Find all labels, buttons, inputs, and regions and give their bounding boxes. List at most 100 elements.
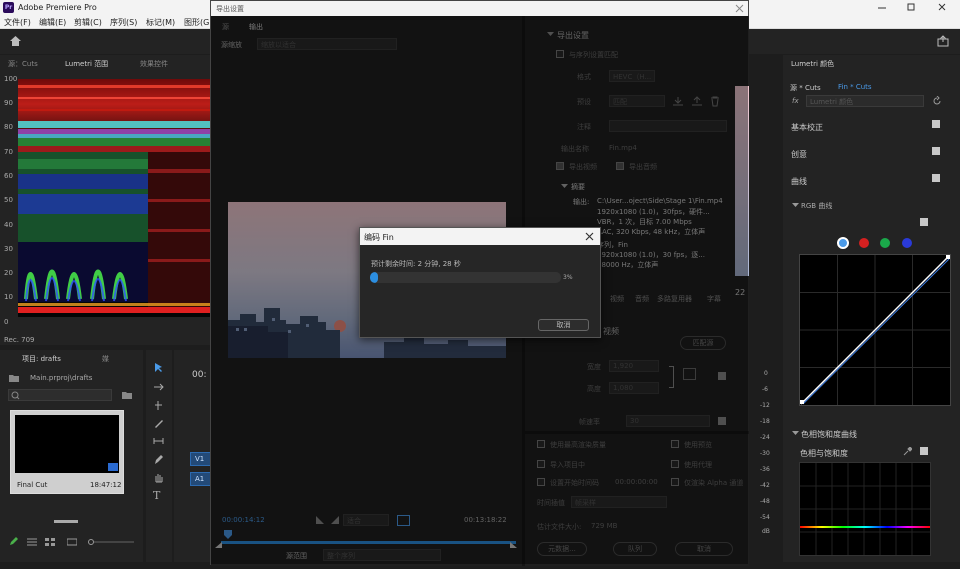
basic-correction-checkbox[interactable] (932, 120, 940, 128)
scope-label: 80 (4, 123, 13, 131)
scope-label: 90 (4, 99, 13, 107)
curves-checkbox[interactable] (932, 174, 940, 182)
hue-vs-sat-label: 色相与饱和度 (800, 449, 848, 458)
channel-green-icon[interactable] (880, 238, 890, 248)
chevron-down-icon[interactable] (792, 431, 799, 436)
scope-label: 60 (4, 172, 13, 180)
scope-y-axis: 100 90 80 70 60 50 40 30 20 10 0 (4, 75, 18, 326)
scope-label: 40 (4, 221, 13, 229)
track-a1[interactable]: A1 (190, 472, 212, 486)
tab-lumetri-color[interactable]: Lumetri 颜色 (791, 59, 834, 69)
waveform-scope (18, 79, 210, 317)
meter-label: -6 (762, 386, 768, 393)
slip-tool-icon[interactable] (153, 436, 164, 447)
minimize-icon[interactable] (877, 3, 887, 12)
search-icon (11, 391, 20, 400)
close-window-icon[interactable] (937, 3, 947, 12)
encode-cancel-button[interactable]: 取消 (538, 319, 589, 331)
scope-label: 100 (4, 75, 18, 83)
remaining-time: 预计剩余时间: 2 分钟, 28 秒 (371, 260, 461, 268)
meter-label: -48 (760, 498, 770, 505)
app-title: Adobe Premiere Pro (18, 3, 97, 12)
channel-red-icon[interactable] (859, 238, 869, 248)
icon-view-icon[interactable] (45, 538, 55, 546)
track-select-tool-icon[interactable] (153, 382, 164, 393)
section-curves[interactable]: 曲线 (791, 176, 807, 187)
pen-tool-icon[interactable] (153, 454, 164, 465)
source-cuts-label[interactable]: 源 * Cuts (790, 83, 821, 93)
track-label: V1 (195, 455, 205, 463)
tab-lumetri-scopes[interactable]: Lumetri 范围 (65, 59, 108, 69)
section-creative[interactable]: 创意 (791, 149, 807, 160)
meter-label: -24 (760, 434, 770, 441)
section-basic-correction[interactable]: 基本校正 (791, 122, 823, 133)
share-icon[interactable] (937, 35, 949, 47)
chevron-down-icon[interactable] (792, 203, 799, 208)
maximize-icon[interactable] (906, 3, 916, 12)
track-label: A1 (195, 475, 205, 483)
encode-dialog: 编码 Fin 预计剩余时间: 2 分钟, 28 秒 3% 取消 (359, 227, 601, 338)
export-dialog-title: 导出设置 (216, 5, 244, 13)
rgb-curves-checkbox[interactable] (920, 218, 928, 226)
new-bin-icon[interactable] (122, 391, 132, 399)
tab-media[interactable]: 媒 (102, 354, 109, 364)
scope-label: 70 (4, 148, 13, 156)
meter-label: -54 (760, 514, 770, 521)
menu-graphics[interactable]: 图形(G) (184, 17, 212, 28)
tools-panel: T (146, 350, 172, 562)
project-panel: 项目: drafts 媒 Main.prproj\drafts Final Cu… (0, 350, 143, 562)
meter-label: dB (762, 528, 770, 535)
rgb-curves-label: RGB 曲线 (801, 202, 833, 210)
home-icon[interactable] (9, 35, 22, 47)
encode-progress-track (370, 272, 561, 283)
folder-icon (9, 374, 19, 382)
zoom-slider[interactable] (88, 539, 134, 545)
tab-source-cuts[interactable]: 源：Cuts (8, 59, 38, 69)
pencil-icon[interactable] (9, 537, 18, 546)
fx-label: fx (792, 97, 799, 105)
list-view-icon[interactable] (27, 538, 37, 546)
freeform-view-icon[interactable] (67, 538, 77, 546)
thumbnail-scroll-handle[interactable] (54, 520, 78, 523)
ripple-edit-tool-icon[interactable] (153, 400, 164, 411)
scope-label: 10 (4, 293, 13, 301)
clip-name: Final Cut (17, 481, 48, 489)
tab-project[interactable]: 项目: drafts (22, 354, 61, 364)
encode-dialog-titlebar: 编码 Fin (360, 228, 600, 245)
hue-sat-graph[interactable] (799, 462, 931, 556)
creative-checkbox[interactable] (932, 147, 940, 155)
encode-dialog-title: 编码 Fin (364, 233, 394, 242)
menu-marker[interactable]: 标记(M) (146, 17, 175, 28)
meter-label: -12 (760, 402, 770, 409)
type-tool-icon[interactable]: T (153, 489, 160, 502)
menu-file[interactable]: 文件(F) (4, 17, 31, 28)
reset-icon[interactable] (932, 96, 942, 106)
rgb-curve-graph[interactable] (799, 254, 951, 406)
rec709-label: Rec. 709 (4, 336, 35, 344)
razor-tool-icon[interactable] (153, 418, 164, 429)
hand-tool-icon[interactable] (153, 472, 164, 483)
fin-cuts-label[interactable]: Fin * Cuts (838, 83, 872, 91)
menu-sequence[interactable]: 序列(S) (110, 17, 137, 28)
search-input[interactable] (8, 389, 112, 401)
channel-white-icon[interactable] (837, 237, 849, 249)
tab-effect-controls[interactable]: 效果控件 (140, 59, 168, 69)
menu-edit[interactable]: 编辑(E) (39, 17, 66, 28)
scope-label: 0 (4, 318, 9, 326)
track-v1[interactable]: V1 (190, 452, 212, 466)
meter-label: -36 (760, 466, 770, 473)
meter-label: -42 (760, 482, 770, 489)
selection-tool-icon[interactable] (153, 362, 164, 373)
encode-progress-fill (370, 272, 378, 283)
clip-thumbnail[interactable]: Final Cut 18:47:12 (10, 410, 124, 494)
hue-sat-checkbox[interactable] (920, 447, 928, 455)
menu-clip[interactable]: 剪辑(C) (74, 17, 102, 28)
channel-blue-icon[interactable] (902, 238, 912, 248)
timeline-panel: 00: V1 A1 (174, 350, 212, 562)
close-icon[interactable] (735, 4, 744, 13)
export-dialog-titlebar: 导出设置 (211, 1, 748, 16)
scope-label: 50 (4, 196, 13, 204)
eyedropper-icon[interactable] (903, 447, 912, 456)
effect-select[interactable]: Lumetri 颜色 (806, 95, 924, 107)
close-icon[interactable] (585, 232, 594, 241)
